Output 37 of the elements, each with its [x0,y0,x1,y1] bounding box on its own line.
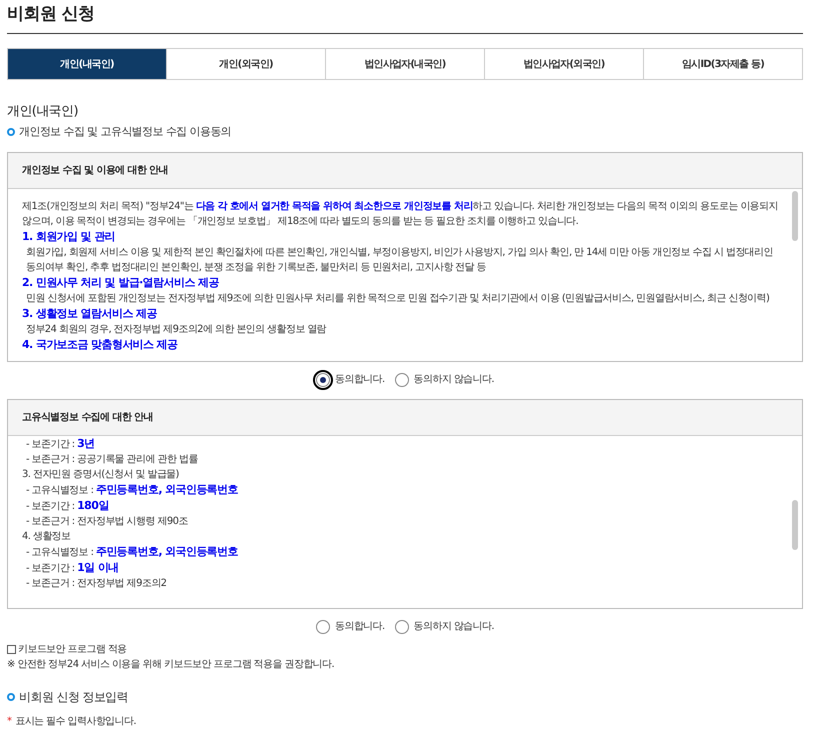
bullet-icon [7,693,15,702]
detail-line: - 보존근거 : 전자정부법 시행령 제90조 [25,515,189,530]
tab[interactable]: 개인(내국인) [8,49,166,80]
radio-option[interactable]: 동의합니다. [316,372,385,388]
description: 정부24 회원의 경우, 전자정부법 제9조의2에 의한 본인의 생활정보 열람 [25,323,328,338]
list-heading: 2. 민원사무 처리 및 발급·열람서비스 제공 [22,275,220,292]
list-heading: 1. 회원가입 및 관리 [22,229,116,246]
detail-line: - 보존기간 : 1일 이내 [25,560,120,576]
detail-line: - 고유식별정보 : 주민등록번호, 외국인등록번호 [25,544,239,560]
section-title: 개인(내국인) [7,103,78,122]
section-heading: 비회원 신청 정보입력 [19,689,128,706]
checkbox-option[interactable]: 키보드보안 프로그램 적용 [7,642,803,658]
detail-line: - 고유식별정보 : 주민등록번호, 외국인등록번호 [25,482,239,498]
detail-line: - 보존기간 : 3년 [25,436,96,452]
description: 민원 신청서에 포함된 개인정보는 전자정부법 제9조에 의한 민원사무 처리를 위한 목적으로 민원 접수기관 및 처리기관에서 이용 (민원발급서비스, 민원열람서비스, 최근 신청이력) [25,292,770,306]
list-heading: 4. 국가보조금 맞춤형서비스 제공 [22,337,179,354]
paragraph: 제1조(개인정보의 처리 목적) "정부24"는 다음 각 호에서 열거한 목적을 위하여 최소한으로 개인정보를 처리하고 있습니다. 처리한 개인정보는 다음의 목적 이외의 용도로는 이용되지 않으며, 이용 목적이 변경되는 경우에는 「개인정보 보호법」 제18조에 따라 별도의 동의를 받는 등 필요한 조치를 이행하고 있습니다. [22,200,779,230]
required-mark: * [7,715,12,730]
detail-line: - 보존근거 : 전자정부법 제9조의2 [25,577,168,592]
detail-line: - 보존기간 : 180일 [25,498,110,514]
notice-text: 표시는 필수 입력사항입니다. [15,715,136,730]
panel-title: 개인정보 수집 및 이용에 대한 안내 [22,164,168,178]
panel-title: 고유식별정보 수집에 대한 안내 [22,411,153,426]
scrollbar-thumb[interactable] [792,500,798,550]
radio-option[interactable]: 동의하지 않습니다. [394,619,494,634]
list-heading: 3. 생활정보 열람서비스 제공 [22,306,158,322]
notice-text: ※ 안전한 정부24 서비스 이용을 위해 키보드보안 프로그램 적용을 권장합니다. [7,659,334,670]
page-title: 비회원 신청 [7,0,803,34]
radio-option[interactable]: 동의합니다. [316,619,385,634]
scrollbar-thumb[interactable] [792,191,798,242]
detail-line: - 보존근거 : 공공기록물 관리에 관한 법률 [25,453,199,468]
list-item: 3. 전자민원 증명서(신청서 및 발급물) [22,468,180,482]
section-heading: 개인정보 수집 및 고유식별정보 수집 이용동의 [19,124,232,140]
radio-option[interactable]: 동의하지 않습니다. [394,372,494,388]
description: 회원가입, 회원제 서비스 이용 및 제한적 본인 확인절차에 따른 본인확인, 개인식별, 부정이용방지, 비인가 사용방지, 가입 의사 확인, 만 14세 미만 아동 개인정보 수집 시 법정대리인 동의여부 확인, 추후 법정대리인 본인확인, 분쟁 조정을 위한 기록보존, 불만처리 등 민원처리, 고지사항 전달 등 [25,246,774,276]
bullet-icon [7,128,15,136]
list-item: 4. 생활정보 [22,530,72,544]
